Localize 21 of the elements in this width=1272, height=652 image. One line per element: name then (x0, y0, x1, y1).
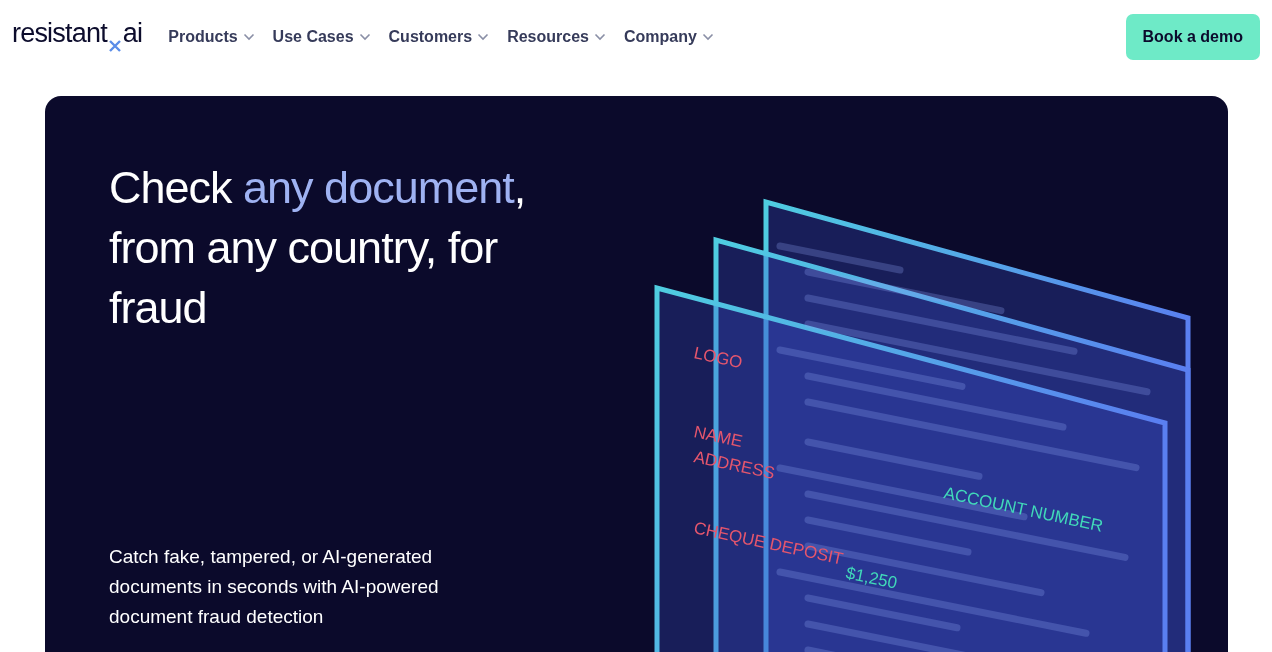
nav-menu-item[interactable]: Use Cases (272, 28, 371, 46)
logo-text: ai (122, 19, 143, 47)
document-field-label: LOGO (692, 343, 745, 373)
logo[interactable]: resistant ai (12, 19, 143, 53)
nav-menu-item[interactable]: Products (168, 28, 255, 46)
hero-subtitle: Catch fake, tampered, or AI-generated documents in seconds with AI-powered document fraud detection (109, 545, 440, 629)
hero-headline: Check any document, from any country, for fraud (109, 161, 527, 335)
x-mark-icon (107, 38, 122, 53)
document-field-label: CHEQUE DEPOSIT (692, 518, 845, 569)
nav-menu-item[interactable]: Company (623, 28, 714, 46)
nav-menu-item[interactable]: Customers (388, 28, 490, 46)
chevron-down-icon (242, 33, 255, 41)
chevron-down-icon (358, 33, 371, 41)
document-field-label: ACCOUNT NUMBER (942, 483, 1105, 536)
document-field-label: $1,250 (844, 563, 899, 593)
chevron-down-icon (701, 33, 714, 41)
logo-text: resistant (12, 19, 107, 47)
book-demo-button[interactable]: Book a demo (1125, 14, 1260, 60)
chevron-down-icon (593, 33, 606, 41)
nav-menu-item[interactable]: Resources (507, 28, 606, 46)
chevron-down-icon (477, 33, 490, 41)
